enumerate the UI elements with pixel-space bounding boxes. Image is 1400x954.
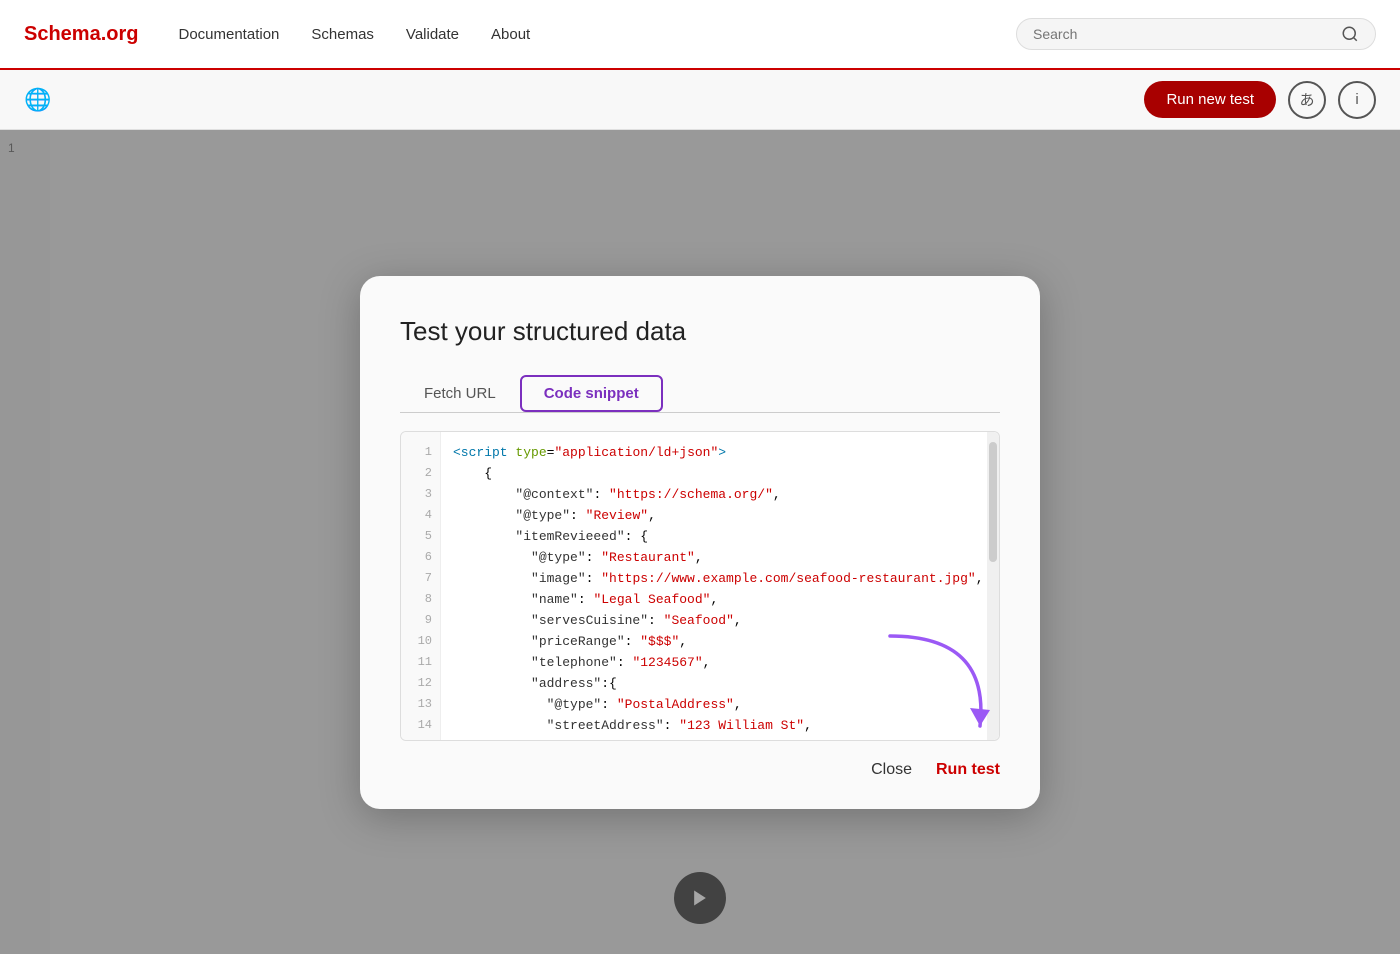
info-button[interactable]: i <box>1338 81 1376 119</box>
search-input[interactable] <box>1033 26 1341 42</box>
ln-4: 4 <box>409 505 432 526</box>
site-logo[interactable]: Schema.org <box>24 23 138 46</box>
search-box <box>1016 18 1376 50</box>
nav-link-about[interactable]: About <box>491 26 530 43</box>
code-line-4: "@type": "Review", <box>453 505 987 526</box>
run-test-button[interactable]: Run test <box>936 761 1000 779</box>
code-line-15: "addressLocality": "New York", <box>453 736 987 740</box>
toolbar-right: Run new test あ i <box>1144 81 1376 119</box>
ln-2: 2 <box>409 463 432 484</box>
ln-11: 11 <box>409 652 432 673</box>
code-line-7: "image": "https://www.example.com/seafoo… <box>453 568 987 589</box>
code-line-3: "@context": "https://schema.org/", <box>453 484 987 505</box>
nav-links: Documentation Schemas Validate About <box>178 26 1016 43</box>
ln-7: 7 <box>409 568 432 589</box>
tab-fetch-url[interactable]: Fetch URL <box>400 375 520 412</box>
ln-1: 1 <box>409 442 432 463</box>
language-icon: あ <box>1299 89 1314 110</box>
ln-3: 3 <box>409 484 432 505</box>
dialog-footer: Close Run test <box>400 761 1000 779</box>
info-icon: i <box>1355 91 1358 108</box>
globe-icon[interactable]: 🌐 <box>24 87 51 113</box>
ln-10: 10 <box>409 631 432 652</box>
code-editor[interactable]: 1 2 3 4 5 6 7 8 9 10 11 12 13 14 15 16 <box>400 431 1000 741</box>
code-line-12: "address":{ <box>453 673 987 694</box>
ln-15: 15 <box>409 736 432 741</box>
scrollbar-track[interactable] <box>987 432 999 740</box>
toolbar-left: 🌐 <box>24 87 51 113</box>
main-area: 1 Test your structured data Fetch URL Co… <box>0 130 1400 954</box>
dialog-title: Test your structured data <box>400 316 1000 347</box>
nav-link-documentation[interactable]: Documentation <box>178 26 279 43</box>
dialog: Test your structured data Fetch URL Code… <box>360 276 1040 809</box>
code-line-8: "name": "Legal Seafood", <box>453 589 987 610</box>
close-button[interactable]: Close <box>871 761 912 779</box>
ln-5: 5 <box>409 526 432 547</box>
tab-code-snippet[interactable]: Code snippet <box>520 375 663 412</box>
ln-8: 8 <box>409 589 432 610</box>
run-new-test-button[interactable]: Run new test <box>1144 81 1276 118</box>
ln-6: 6 <box>409 547 432 568</box>
code-line-6: "@type": "Restaurant", <box>453 547 987 568</box>
code-content[interactable]: <script type="application/ld+json"> { "@… <box>441 432 999 740</box>
ln-14: 14 <box>409 715 432 736</box>
ln-13: 13 <box>409 694 432 715</box>
search-icon-button[interactable] <box>1341 25 1359 43</box>
code-line-2: { <box>453 463 987 484</box>
code-line-numbers: 1 2 3 4 5 6 7 8 9 10 11 12 13 14 15 16 <box>401 432 441 740</box>
toolbar: 🌐 Run new test あ i <box>0 70 1400 130</box>
language-button[interactable]: あ <box>1288 81 1326 119</box>
code-line-1: <script type="application/ld+json"> <box>453 442 987 463</box>
code-line-5: "itemRevieeed": { <box>453 526 987 547</box>
code-line-10: "priceRange": "$$$", <box>453 631 987 652</box>
search-area <box>1016 18 1376 50</box>
code-line-9: "servesCuisine": "Seafood", <box>453 610 987 631</box>
overlay: Test your structured data Fetch URL Code… <box>0 130 1400 954</box>
top-navigation: Schema.org Documentation Schemas Validat… <box>0 0 1400 70</box>
search-icon <box>1341 25 1359 43</box>
code-line-13: "@type": "PostalAddress", <box>453 694 987 715</box>
ln-9: 9 <box>409 610 432 631</box>
code-line-11: "telephone": "1234567", <box>453 652 987 673</box>
scrollbar-thumb[interactable] <box>989 442 997 562</box>
nav-link-schemas[interactable]: Schemas <box>311 26 374 43</box>
ln-12: 12 <box>409 673 432 694</box>
nav-link-validate[interactable]: Validate <box>406 26 459 43</box>
code-line-14: "streetAddress": "123 William St", <box>453 715 987 736</box>
tabs-row: Fetch URL Code snippet <box>400 375 1000 413</box>
